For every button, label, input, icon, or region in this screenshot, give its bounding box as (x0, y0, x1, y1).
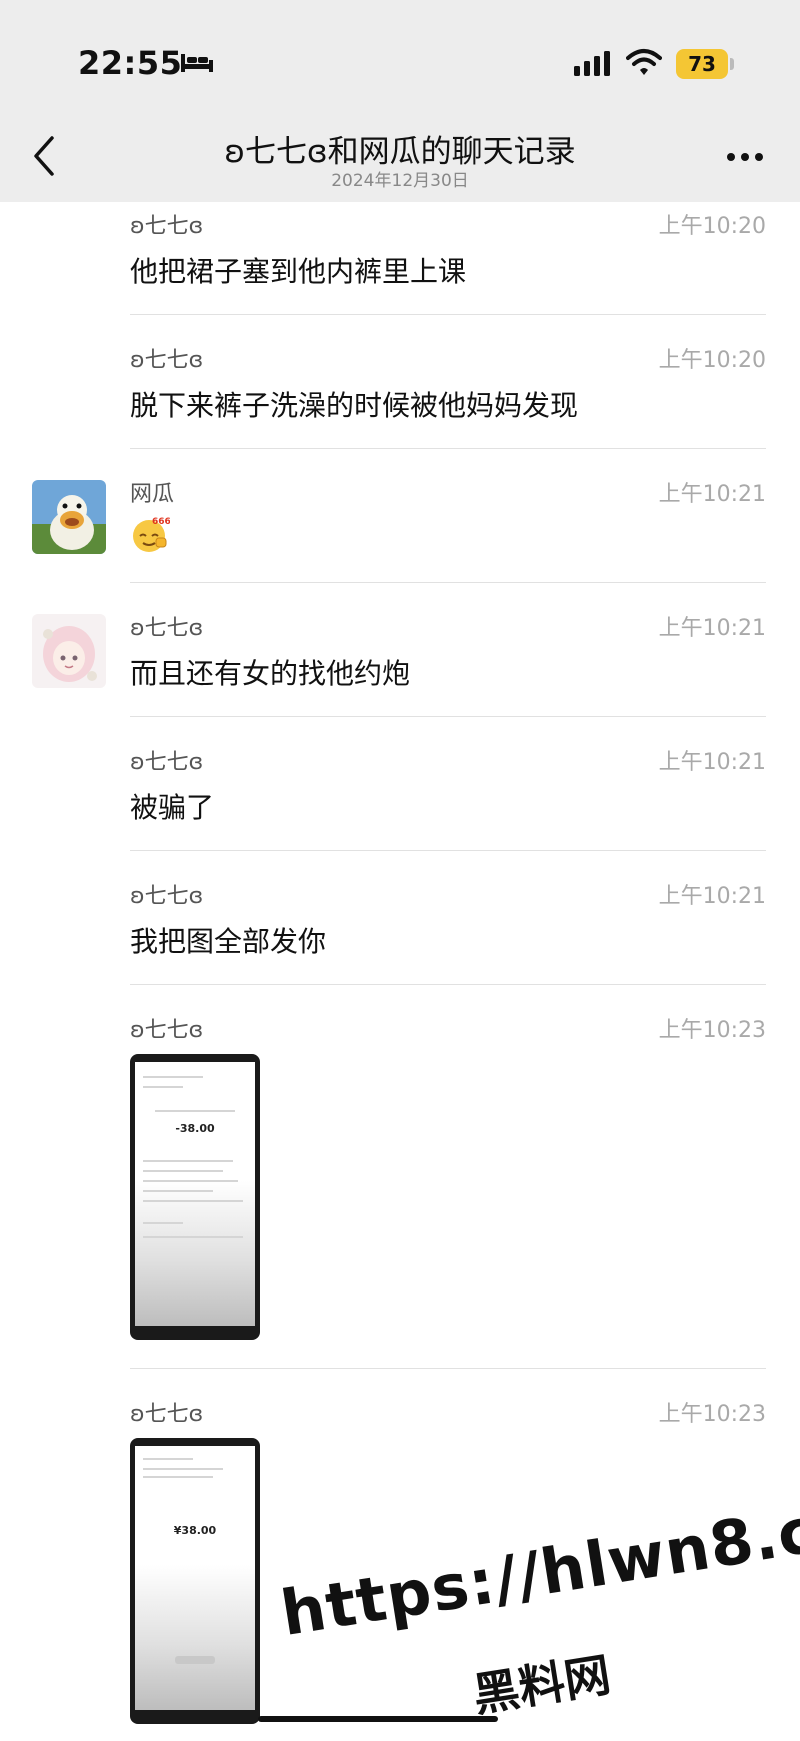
message-text: 而且还有女的找他约炮 (130, 657, 411, 690)
sender-name: ʚ七七ɞ (130, 348, 204, 373)
anime-girl-avatar-icon (32, 614, 106, 688)
message-item[interactable]: ʚ七七ɞ 上午10:23 -38.00 (0, 1010, 800, 1370)
divider (130, 448, 766, 449)
divider (130, 314, 766, 315)
avatar[interactable] (32, 480, 106, 554)
sender-name: ʚ七七ɞ (130, 616, 204, 641)
image-detail-line (143, 1086, 183, 1088)
message-time: 上午10:23 (658, 1018, 766, 1043)
divider (130, 850, 766, 851)
message-text: 脱下来裤子洗澡的时候被他妈妈发现 (130, 389, 579, 422)
message-item[interactable]: ʚ七七ɞ 上午10:20 他把裙子塞到他内裤里上课 (0, 206, 800, 316)
message-time: 上午10:21 (658, 482, 766, 507)
battery-icon: 73 (676, 49, 728, 79)
message-time: 上午10:21 (658, 884, 766, 909)
sender-name: ʚ七七ɞ (130, 214, 204, 239)
divider (130, 1368, 766, 1369)
avatar[interactable] (32, 614, 106, 688)
image-content: -38.00 (135, 1062, 255, 1326)
image-detail-line (143, 1076, 203, 1078)
image-detail-line (143, 1458, 193, 1460)
image-detail-line (155, 1110, 235, 1112)
sender-name: ʚ七七ɞ (130, 750, 204, 775)
image-detail-line (143, 1170, 223, 1172)
message-item[interactable]: ʚ七七ɞ 上午10:21 被骗了 (0, 742, 800, 852)
watermark-underline (258, 1716, 498, 1722)
image-detail-line (143, 1180, 238, 1182)
message-time: 上午10:21 (658, 750, 766, 775)
message-text: 他把裙子塞到他内裤里上课 (130, 255, 467, 288)
image-thumbnail[interactable]: -38.00 (130, 1054, 260, 1340)
battery-nub (730, 58, 734, 70)
sender-name: ʚ七七ɞ (130, 1402, 204, 1427)
divider (130, 716, 766, 717)
sender-name: ʚ七七ɞ (130, 884, 204, 909)
message-item[interactable]: 网瓜 上午10:21 666 (0, 474, 800, 584)
message-time: 上午10:20 (658, 348, 766, 373)
message-item[interactable]: ʚ七七ɞ 上午10:21 我把图全部发你 (0, 876, 800, 986)
message-text: 我把图全部发你 (130, 925, 327, 958)
chat-date: 2024年12月30日 (331, 171, 469, 191)
bed-icon (181, 54, 213, 72)
message-time: 上午10:20 (658, 214, 766, 239)
sender-name: 网瓜 (130, 482, 175, 507)
image-detail-line (143, 1200, 243, 1202)
status-time: 22:55 (78, 44, 183, 82)
image-detail-line (175, 1656, 215, 1664)
image-detail-line (143, 1476, 213, 1478)
message-item[interactable]: ʚ七七ɞ 上午10:20 脱下来裤子洗澡的时候被他妈妈发现 (0, 340, 800, 450)
message-time: 上午10:21 (658, 616, 766, 641)
666-emoji-icon: 666 (133, 517, 170, 552)
image-amount: ¥38.00 (173, 1524, 217, 1537)
emoji-label: 666 (152, 517, 170, 527)
divider (130, 582, 766, 583)
image-thumbnail[interactable]: ¥38.00 (130, 1438, 260, 1724)
image-detail-line (143, 1222, 183, 1224)
image-detail-line (143, 1160, 233, 1162)
message-text: 被骗了 (130, 791, 215, 824)
image-content: ¥38.00 (135, 1446, 255, 1710)
message-item[interactable]: ʚ七七ɞ 上午10:21 而且还有女的找他约炮 (0, 608, 800, 718)
image-detail-line (143, 1190, 213, 1192)
image-detail-line (143, 1468, 223, 1470)
duck-avatar-icon (32, 480, 106, 554)
top-bar: 22:55 73 ʚ七七ɞ和网瓜的聊天记录 2024年12月30日 (0, 0, 800, 202)
sender-name: ʚ七七ɞ (130, 1018, 204, 1043)
page-title: ʚ七七ɞ和网瓜的聊天记录 (224, 134, 576, 170)
divider (130, 984, 766, 985)
image-amount: -38.00 (175, 1122, 215, 1135)
more-dots-icon[interactable] (726, 152, 764, 162)
wifi-icon (626, 49, 662, 75)
cellular-signal-icon (574, 51, 610, 76)
message-time: 上午10:23 (658, 1402, 766, 1427)
image-detail-line (143, 1236, 243, 1238)
